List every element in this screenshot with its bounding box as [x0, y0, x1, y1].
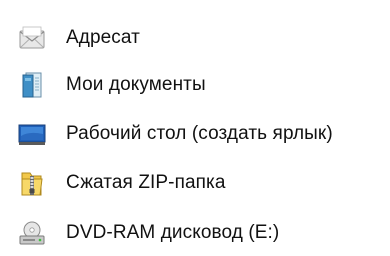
- my-documents-icon: [16, 69, 48, 101]
- menu-item-label: Рабочий стол (создать ярлык): [66, 123, 333, 144]
- menu-item-desktop-shortcut[interactable]: Рабочий стол (создать ярлык): [0, 111, 388, 157]
- menu-item-my-documents[interactable]: Мои документы: [0, 62, 388, 108]
- zip-folder-icon: [16, 167, 48, 199]
- menu-item-label: Сжатая ZIP-папка: [66, 172, 226, 193]
- menu-item-dvd-drive[interactable]: DVD-RAM дисковод (E:): [0, 210, 388, 256]
- dvd-drive-icon: [16, 217, 48, 249]
- desktop-icon: [16, 118, 48, 150]
- menu-item-mail-recipient[interactable]: Адресат: [0, 15, 388, 61]
- menu-item-zip-folder[interactable]: Сжатая ZIP-папка: [0, 160, 388, 206]
- mail-recipient-icon: [16, 22, 48, 54]
- menu-item-label: DVD-RAM дисковод (E:): [66, 222, 280, 243]
- menu-item-label: Мои документы: [66, 74, 206, 95]
- send-to-menu: Адресат Мои документы Рабочий стол (созд…: [0, 0, 390, 256]
- menu-item-label: Адресат: [66, 27, 140, 48]
